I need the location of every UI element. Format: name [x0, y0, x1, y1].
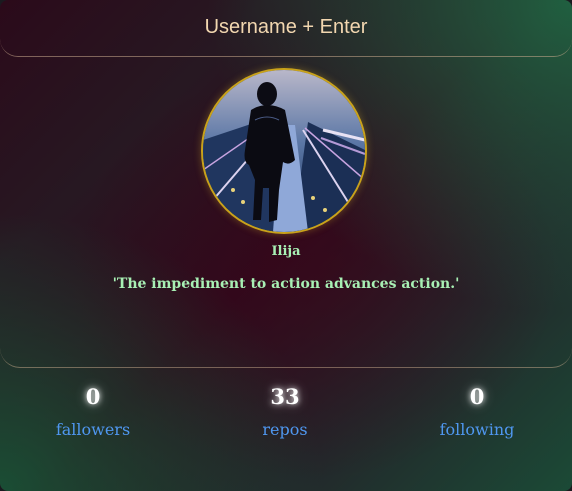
followers-label: fallowers — [55, 420, 131, 439]
following-count: 0 — [469, 384, 485, 409]
profile-section: Ilija 'The impediment to action advances… — [0, 57, 572, 368]
profile-card: Username + Enter Ilija 'The impediment t… — [0, 0, 572, 491]
repos-count: 33 — [270, 384, 300, 409]
stats-row: 0 fallowers 33 repos 0 following — [0, 372, 572, 472]
stat-repos[interactable]: 33 repos — [205, 382, 365, 439]
header: Username + Enter — [0, 0, 572, 57]
avatar-image — [203, 70, 365, 232]
stat-followers[interactable]: 0 fallowers — [13, 382, 173, 439]
user-bio: 'The impediment to action advances actio… — [112, 276, 460, 292]
stat-following[interactable]: 0 following — [397, 382, 557, 439]
avatar — [201, 68, 367, 234]
following-label: following — [439, 420, 515, 439]
repos-label: repos — [262, 420, 308, 439]
user-name: Ilija — [271, 244, 301, 259]
page-title: Username + Enter — [204, 15, 368, 38]
followers-count: 0 — [85, 384, 101, 409]
